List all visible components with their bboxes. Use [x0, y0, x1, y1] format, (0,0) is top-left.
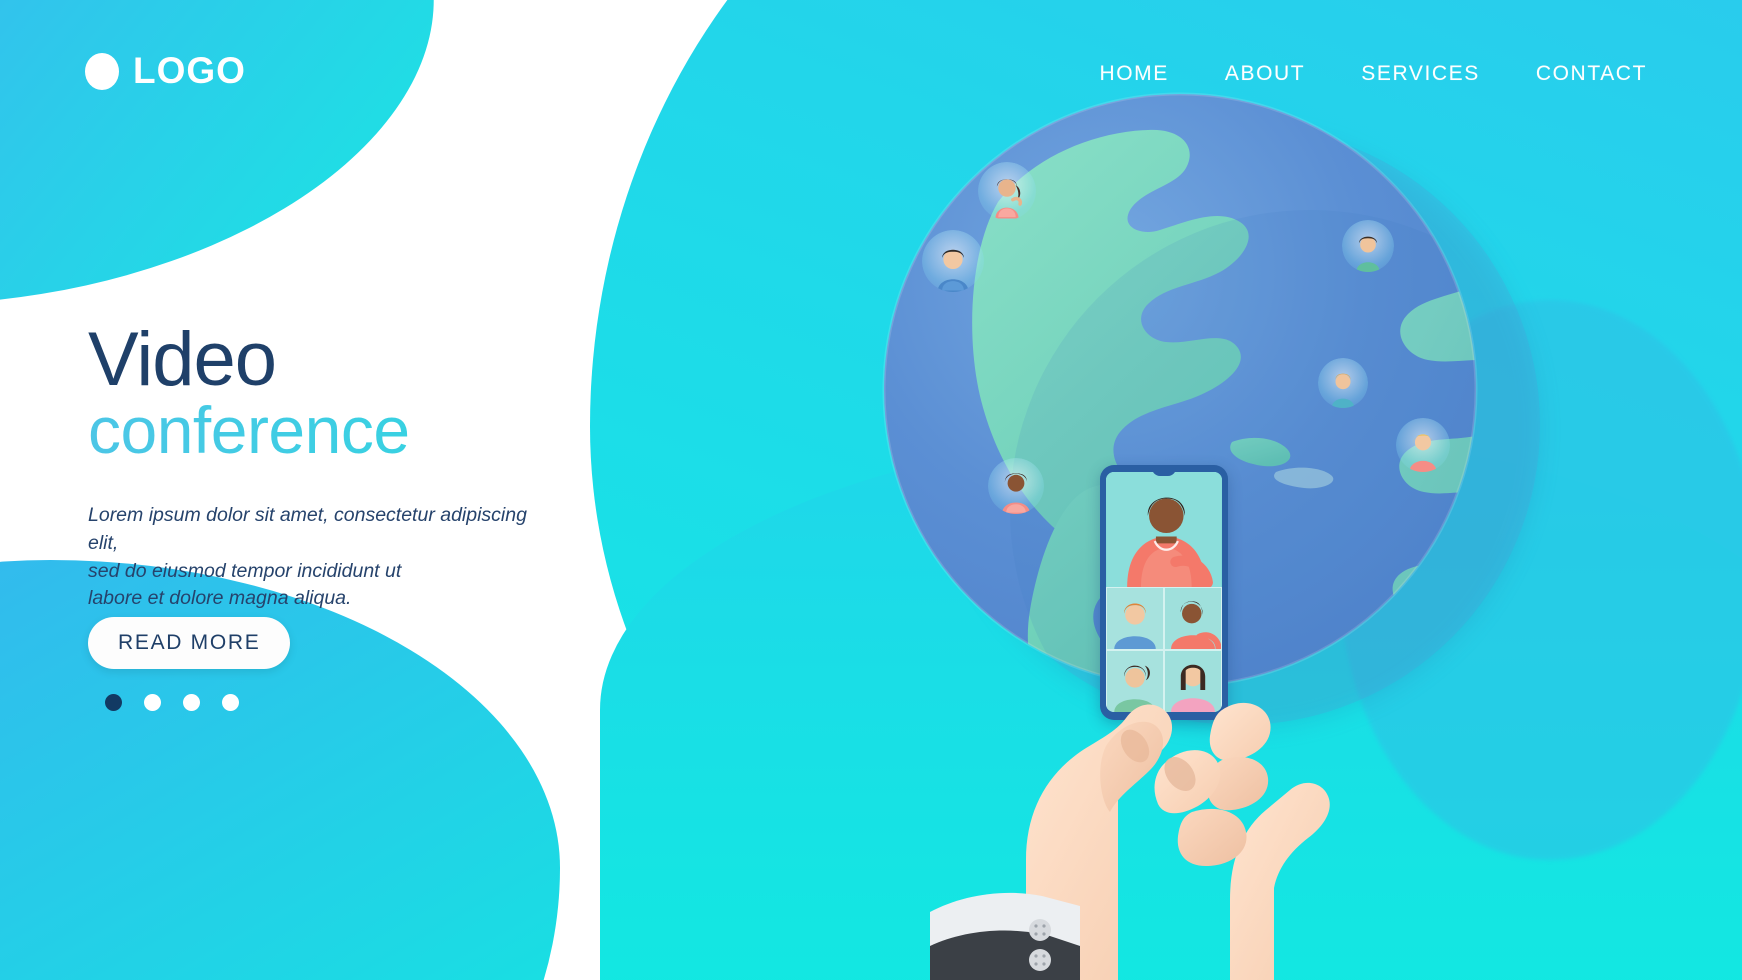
landing-page-canvas: LOGO HOME ABOUT SERVICES CONTACT Video c… — [0, 0, 1742, 980]
avatar-person-teal-icon — [1331, 373, 1355, 408]
carousel-dot-2[interactable] — [144, 694, 161, 711]
avatar-man-blue-icon — [937, 249, 969, 292]
avatar-pin-man-blue[interactable] — [922, 230, 984, 292]
avatar-pin-woman-coral[interactable] — [1396, 418, 1450, 472]
avatar-woman-coral-icon — [1409, 434, 1437, 472]
carousel-dots — [105, 694, 239, 711]
page-subtitle: conference — [88, 396, 558, 464]
hero-paragraph: Lorem ipsum dolor sit amet, consectetur … — [88, 504, 527, 610]
logo-circle-icon — [85, 52, 119, 90]
cuff-button-top — [1029, 919, 1051, 941]
nav-item-services[interactable]: SERVICES — [1361, 62, 1480, 86]
page-title: Video — [88, 317, 277, 402]
cuff-button-bottom — [1029, 949, 1051, 971]
hands-holding-phone — [930, 460, 1390, 980]
nav-item-home[interactable]: HOME — [1099, 62, 1168, 86]
left-index-finger — [1209, 702, 1271, 761]
logo[interactable]: LOGO — [85, 50, 246, 92]
avatar-pin-man-green[interactable] — [1342, 220, 1394, 272]
avatar-man-green-icon — [1356, 236, 1380, 272]
right-hand-shape — [1230, 782, 1330, 980]
main-navigation: HOME ABOUT SERVICES CONTACT — [1099, 62, 1647, 86]
avatar-pin-woman-pink[interactable] — [978, 162, 1036, 220]
avatar-pin-person-teal[interactable] — [1318, 358, 1368, 408]
hands-svg — [930, 702, 1330, 980]
carousel-dot-4[interactable] — [222, 694, 239, 711]
nav-item-contact[interactable]: CONTACT — [1536, 62, 1647, 86]
avatar-woman-pink-icon — [995, 179, 1023, 219]
carousel-dot-1[interactable] — [105, 694, 122, 711]
read-more-button[interactable]: READ MORE — [88, 617, 291, 669]
hero-copy: Video conference Lorem ipsum dolor sit a… — [88, 317, 558, 613]
carousel-dot-3[interactable] — [183, 694, 200, 711]
logo-text: LOGO — [133, 50, 246, 91]
nav-item-about[interactable]: ABOUT — [1225, 62, 1305, 86]
